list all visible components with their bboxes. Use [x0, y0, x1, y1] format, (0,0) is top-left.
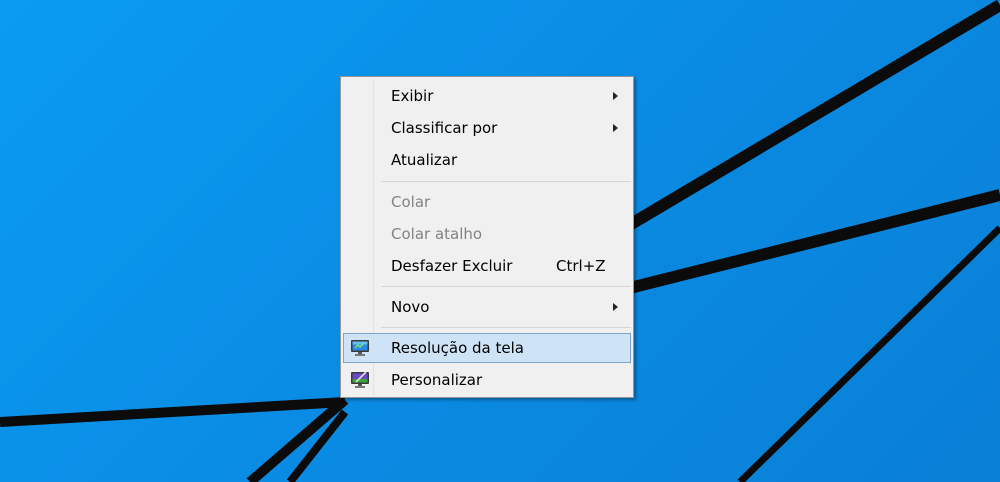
wallpaper-line: [0, 397, 346, 427]
menu-separator: [381, 327, 631, 328]
desktop-context-menu: Exibir Classificar por Atualizar Colar C…: [340, 76, 634, 398]
menu-item-exibir[interactable]: Exibir: [343, 81, 631, 111]
desktop-background[interactable]: Exibir Classificar por Atualizar Colar C…: [0, 0, 1000, 482]
menu-item-resolucao-da-tela[interactable]: Resolução da tela: [343, 333, 631, 363]
personalize-icon: [351, 371, 369, 388]
menu-item-label: Resolução da tela: [391, 339, 524, 357]
menu-item-classificar-por[interactable]: Classificar por: [343, 113, 631, 143]
submenu-arrow-icon: [613, 303, 618, 311]
menu-item-desfazer-excluir[interactable]: Desfazer Excluir Ctrl+Z: [343, 251, 631, 281]
menu-separator: [381, 286, 631, 287]
menu-item-label: Desfazer Excluir: [391, 257, 513, 275]
menu-item-shortcut: Ctrl+Z: [556, 257, 606, 275]
menu-item-label: Exibir: [391, 87, 434, 105]
menu-item-colar-atalho[interactable]: Colar atalho: [343, 219, 631, 249]
menu-item-personalizar[interactable]: Personalizar: [343, 365, 631, 395]
display-resolution-icon: [351, 340, 369, 356]
menu-item-label: Personalizar: [391, 371, 483, 389]
submenu-arrow-icon: [613, 124, 618, 132]
menu-item-colar[interactable]: Colar: [343, 187, 631, 217]
wallpaper-line: [628, 189, 1000, 294]
submenu-arrow-icon: [613, 92, 618, 100]
menu-item-label: Atualizar: [391, 151, 458, 169]
menu-separator: [381, 181, 631, 182]
menu-item-novo[interactable]: Novo: [343, 292, 631, 322]
wallpaper-line: [737, 225, 1000, 482]
menu-item-label: Colar: [391, 193, 431, 211]
menu-item-label: Classificar por: [391, 119, 498, 137]
menu-item-label: Novo: [391, 298, 430, 316]
menu-item-label: Colar atalho: [391, 225, 483, 243]
menu-item-atualizar[interactable]: Atualizar: [343, 145, 631, 175]
